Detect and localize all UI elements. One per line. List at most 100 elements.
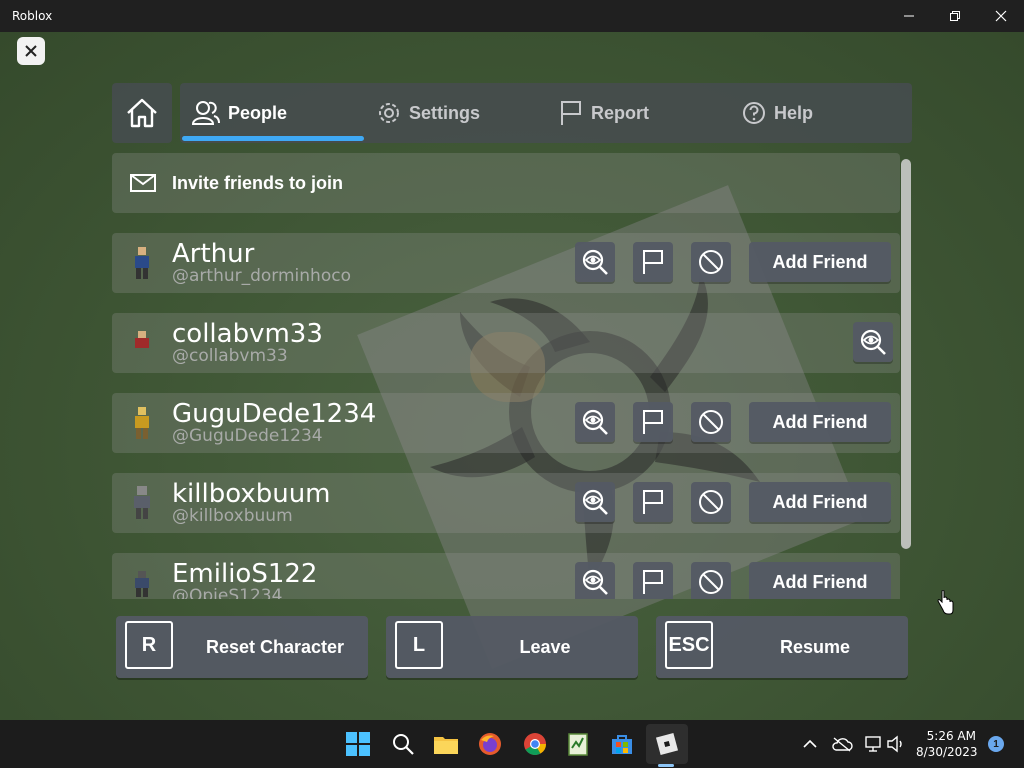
close-icon: [25, 45, 37, 57]
player-display-name: Arthur: [172, 239, 255, 269]
player-username: @collabvm33: [172, 346, 288, 366]
roblox-app-button[interactable]: [651, 728, 683, 760]
player-username: @arthur_dorminhoco: [172, 266, 351, 286]
player-row: EmilioS122 @OpieS1234 Add Friend: [112, 553, 900, 599]
volume-button[interactable]: [880, 728, 912, 760]
invite-friends-row[interactable]: Invite friends to join: [112, 153, 900, 213]
close-window-button[interactable]: [978, 0, 1024, 32]
player-avatar: [135, 571, 149, 597]
notification-badge[interactable]: 1: [988, 736, 1004, 752]
player-username: @OpieS1234: [172, 586, 283, 599]
inspect-icon: [582, 569, 608, 595]
list-scrollbar[interactable]: [901, 159, 911, 549]
player-display-name: EmilioS122: [172, 559, 318, 589]
folder-icon: [434, 737, 458, 754]
tab-people[interactable]: People: [192, 83, 287, 143]
tab-report[interactable]: Report: [559, 83, 649, 143]
inspect-button[interactable]: [575, 402, 615, 442]
leave-button[interactable]: L Leave: [386, 616, 638, 678]
minimize-button[interactable]: [886, 0, 932, 32]
player-row: killboxbuum @killboxbuum Add Friend: [112, 473, 900, 533]
tab-label: People: [228, 102, 288, 123]
restore-button[interactable]: [932, 0, 978, 32]
active-tab-indicator: [182, 136, 364, 141]
add-friend-button[interactable]: Add Friend: [749, 482, 891, 522]
add-friend-button[interactable]: Add Friend: [749, 562, 891, 599]
player-display-name: collabvm33: [172, 319, 323, 349]
start-button[interactable]: [342, 728, 374, 760]
roblox-icon: [655, 732, 679, 756]
tab-strip: People Settings Report Help: [180, 83, 912, 143]
block-player-button[interactable]: [691, 482, 731, 522]
player-avatar: [135, 247, 149, 279]
block-player-button[interactable]: [691, 242, 731, 282]
block-icon: [699, 410, 723, 434]
notepad-app-button[interactable]: [562, 728, 594, 760]
search-icon: [393, 734, 414, 755]
firefox-button[interactable]: [474, 728, 506, 760]
speaker-icon: [887, 735, 902, 753]
tab-label: Help: [774, 102, 814, 123]
chrome-button[interactable]: [519, 728, 551, 760]
tray-overflow-button[interactable]: [794, 728, 826, 760]
add-friend-button[interactable]: Add Friend: [749, 402, 891, 442]
reset-character-button[interactable]: R Reset Character: [116, 616, 368, 678]
button-label: Leave: [519, 636, 571, 657]
report-player-button[interactable]: [633, 482, 673, 522]
window-titlebar: Roblox: [0, 0, 1024, 32]
player-display-name: killboxbuum: [172, 479, 331, 509]
flag-icon: [643, 570, 663, 594]
resume-button[interactable]: ESC Resume: [656, 616, 908, 678]
invite-label: Invite friends to join: [172, 172, 344, 193]
file-explorer-button[interactable]: [430, 728, 462, 760]
player-username: @killboxbuum: [172, 506, 293, 526]
add-friend-button[interactable]: Add Friend: [749, 242, 891, 282]
tab-help[interactable]: Help: [742, 83, 813, 143]
onedrive-button[interactable]: [826, 728, 858, 760]
report-player-button[interactable]: [633, 242, 673, 282]
key-hint: R: [125, 621, 173, 669]
block-icon: [699, 570, 723, 594]
hand-cursor-icon: [937, 590, 954, 615]
search-button[interactable]: [387, 728, 419, 760]
store-button[interactable]: [606, 728, 638, 760]
player-row: collabvm33 @collabvm33: [112, 313, 900, 373]
tab-label: Report: [591, 102, 649, 123]
block-player-button[interactable]: [691, 562, 731, 599]
menu-tabbar: People Settings Report Help: [112, 83, 912, 143]
player-row: GuguDede1234 @GuguDede1234 Add Friend: [112, 393, 900, 453]
button-label: Reset Character: [205, 636, 345, 657]
mail-icon: [130, 174, 156, 192]
inspect-button[interactable]: [575, 562, 615, 599]
home-tab[interactable]: [112, 83, 172, 143]
player-avatar: [135, 331, 149, 348]
flag-icon: [559, 100, 583, 126]
key-hint: ESC: [665, 621, 713, 669]
people-icon: [192, 99, 220, 127]
inspect-button[interactable]: [853, 322, 893, 362]
block-player-button[interactable]: [691, 402, 731, 442]
tab-settings[interactable]: Settings: [377, 83, 480, 143]
block-icon: [699, 250, 723, 274]
active-app-indicator: [658, 764, 674, 767]
inspect-button[interactable]: [575, 482, 615, 522]
clock-date: 8/30/2023: [916, 745, 978, 759]
flag-icon: [643, 250, 663, 274]
report-player-button[interactable]: [633, 562, 673, 599]
report-player-button[interactable]: [633, 402, 673, 442]
flag-icon: [643, 410, 663, 434]
inspect-icon: [582, 489, 608, 515]
inspect-icon: [860, 329, 886, 355]
system-clock[interactable]: 5:26 AM 8/30/2023: [916, 728, 978, 760]
player-avatar: [134, 486, 150, 519]
inspect-button[interactable]: [575, 242, 615, 282]
close-menu-button[interactable]: [17, 37, 45, 65]
key-hint: L: [395, 621, 443, 669]
people-list: Invite friends to join Arthur @arthur_do…: [112, 153, 900, 599]
chevron-up-icon: [803, 739, 817, 748]
home-icon: [127, 98, 157, 128]
question-icon: [742, 101, 766, 125]
notepad-icon: [568, 733, 588, 756]
flag-icon: [643, 490, 663, 514]
clock-time: 5:26 AM: [926, 729, 976, 743]
